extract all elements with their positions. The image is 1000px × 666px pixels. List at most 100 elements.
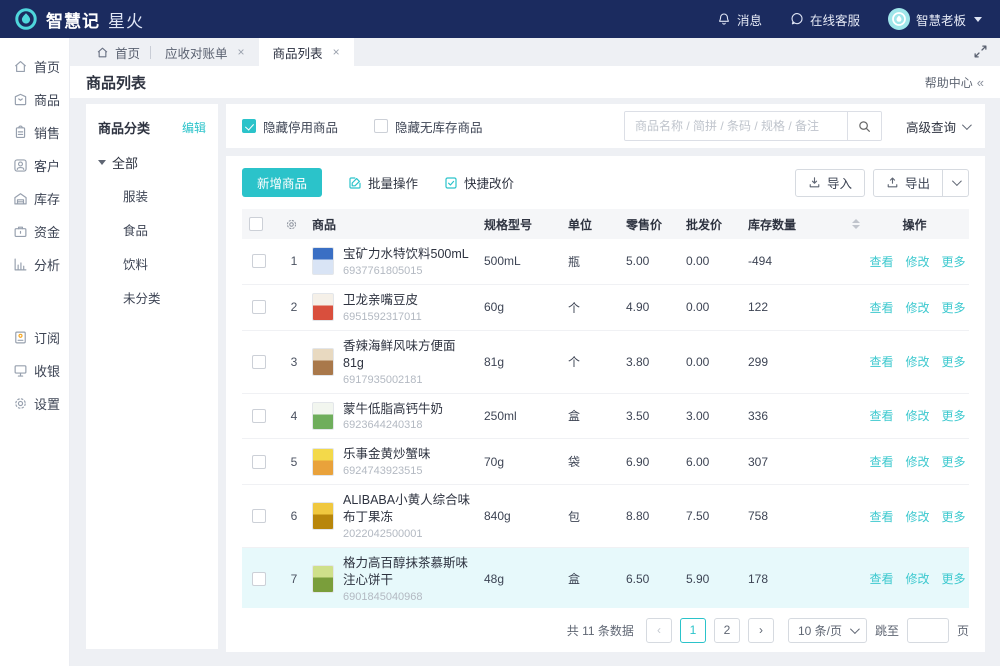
tab-label: 应收对账单	[165, 43, 228, 62]
batch-actions-button[interactable]: 批量操作	[348, 173, 418, 192]
sidebar-item-settings[interactable]: 设置	[0, 387, 69, 420]
home-icon	[13, 59, 28, 74]
column-settings-icon[interactable]	[285, 218, 298, 231]
row-checkbox[interactable]	[252, 355, 266, 369]
row-index: 7	[276, 572, 312, 586]
sidebar-item-analysis[interactable]: 分析	[0, 248, 69, 281]
table-row[interactable]: 1 宝矿力水特饮料500mL 6937761805015 500mL 瓶 5.0…	[242, 239, 969, 285]
export-button[interactable]: 导出	[873, 169, 943, 197]
sidebar-item-sales[interactable]: 销售	[0, 116, 69, 149]
view-link[interactable]: 查看	[869, 508, 893, 525]
search-box	[624, 111, 882, 141]
help-center-link[interactable]: 帮助中心 «	[925, 74, 984, 91]
next-page-button[interactable]: ›	[748, 618, 774, 643]
export-dropdown-button[interactable]	[943, 169, 969, 197]
page-number-button[interactable]: 1	[680, 618, 706, 643]
product-barcode: 6917935002181	[343, 374, 474, 386]
category-item[interactable]: 饮料	[98, 254, 206, 273]
page-number-button[interactable]: 2	[714, 618, 740, 643]
edit-link[interactable]: 修改	[905, 353, 929, 370]
product-name: 香辣海鲜风味方便面 81g	[343, 338, 474, 372]
table-row[interactable]: 7 格力高百醇抹茶慕斯味注心饼干 6901845040968 48g 盒 6.5…	[242, 548, 969, 608]
sidebar-item-subscribe[interactable]: 订阅	[0, 321, 69, 354]
tab-product-list[interactable]: 商品列表 ×	[259, 38, 354, 66]
collapse-icon: «	[977, 75, 984, 90]
category-all[interactable]: 全部	[98, 153, 206, 172]
advanced-search-toggle[interactable]: 高级查询	[906, 117, 969, 136]
more-link[interactable]: 更多	[942, 407, 966, 424]
row-index: 2	[276, 300, 312, 314]
prev-page-button[interactable]: ‹	[646, 618, 672, 643]
view-link[interactable]: 查看	[869, 407, 893, 424]
table-row[interactable]: 4 蒙牛低脂高钙牛奶 6923644240318 250ml 盒 3.50 3.…	[242, 394, 969, 440]
sidebar-item-funds[interactable]: 资金	[0, 215, 69, 248]
bell-icon	[717, 12, 731, 26]
category-item[interactable]: 服装	[98, 186, 206, 205]
more-link[interactable]: 更多	[942, 353, 966, 370]
close-icon[interactable]: ×	[333, 45, 340, 59]
sidebar-item-inventory[interactable]: 库存	[0, 182, 69, 215]
row-checkbox[interactable]	[252, 509, 266, 523]
row-checkbox[interactable]	[252, 409, 266, 423]
tab-receivables[interactable]: 应收对账单 ×	[151, 38, 259, 66]
view-link[interactable]: 查看	[869, 353, 893, 370]
sort-icon[interactable]	[852, 219, 860, 229]
select-all-checkbox[interactable]	[249, 217, 263, 231]
online-service-button[interactable]: 在线客服	[790, 10, 860, 29]
more-link[interactable]: 更多	[942, 253, 966, 270]
view-link[interactable]: 查看	[869, 253, 893, 270]
row-checkbox[interactable]	[252, 455, 266, 469]
view-link[interactable]: 查看	[869, 570, 893, 587]
subscribe-icon	[13, 330, 28, 345]
more-link[interactable]: 更多	[942, 508, 966, 525]
messages-button[interactable]: 消息	[717, 10, 762, 29]
online-service-label: 在线客服	[810, 10, 860, 29]
edit-link[interactable]: 修改	[905, 508, 929, 525]
expand-icon[interactable]	[973, 44, 988, 59]
add-product-button[interactable]: 新增商品	[242, 168, 322, 197]
quick-reprice-button[interactable]: 快捷改价	[444, 173, 514, 192]
chevron-down-icon	[974, 17, 982, 22]
category-item[interactable]: 未分类	[98, 288, 206, 307]
search-button[interactable]	[847, 112, 881, 140]
sidebar-item-customers[interactable]: 客户	[0, 149, 69, 182]
table-body: 1 宝矿力水特饮料500mL 6937761805015 500mL 瓶 5.0…	[242, 239, 969, 608]
edit-link[interactable]: 修改	[905, 453, 929, 470]
hide-nostock-checkbox[interactable]: 隐藏无库存商品	[374, 117, 483, 136]
row-checkbox[interactable]	[252, 300, 266, 314]
caret-down-icon	[98, 160, 106, 165]
search-input[interactable]	[625, 112, 847, 140]
table-row[interactable]: 3 香辣海鲜风味方便面 81g 6917935002181 81g 个 3.80…	[242, 331, 969, 394]
page-size-select[interactable]: 10 条/页	[788, 618, 867, 643]
view-link[interactable]: 查看	[869, 453, 893, 470]
import-button[interactable]: 导入	[795, 169, 865, 197]
edit-link[interactable]: 修改	[905, 570, 929, 587]
edit-categories-link[interactable]: 编辑	[182, 119, 206, 136]
sidebar-item-goods[interactable]: 商品	[0, 83, 69, 116]
import-label: 导入	[827, 173, 852, 192]
close-icon[interactable]: ×	[238, 45, 245, 59]
table-row[interactable]: 5 乐事金黄炒蟹味 6924743923515 70g 袋 6.90 6.00 …	[242, 439, 969, 485]
edit-link[interactable]: 修改	[905, 299, 929, 316]
view-link[interactable]: 查看	[869, 299, 893, 316]
row-checkbox[interactable]	[252, 572, 266, 586]
sidebar-item-cashier[interactable]: 收银	[0, 354, 69, 387]
sidebar-item-home[interactable]: 首页	[0, 50, 69, 83]
hide-disabled-checkbox[interactable]: 隐藏停用商品	[242, 117, 338, 136]
sidebar-item-label: 资金	[34, 222, 60, 241]
more-link[interactable]: 更多	[942, 570, 966, 587]
user-menu[interactable]: 智慧老板	[888, 8, 982, 30]
product-unit: 个	[568, 353, 626, 370]
table-row[interactable]: 2 卫龙亲嘴豆皮 6951592317011 60g 个 4.90 0.00 1…	[242, 285, 969, 331]
topbar-actions: 消息 在线客服 智慧老板	[717, 8, 982, 30]
tab-home[interactable]: 首页	[86, 38, 150, 66]
edit-link[interactable]: 修改	[905, 253, 929, 270]
row-checkbox[interactable]	[252, 254, 266, 268]
table-row[interactable]: 6 ALIBABA小黄人综合味布丁果冻 2022042500001 840g 包…	[242, 485, 969, 548]
brand[interactable]: 智慧记 星火	[14, 7, 144, 32]
more-link[interactable]: 更多	[942, 299, 966, 316]
category-item[interactable]: 食品	[98, 220, 206, 239]
edit-link[interactable]: 修改	[905, 407, 929, 424]
jump-page-input[interactable]	[907, 618, 949, 643]
more-link[interactable]: 更多	[942, 453, 966, 470]
